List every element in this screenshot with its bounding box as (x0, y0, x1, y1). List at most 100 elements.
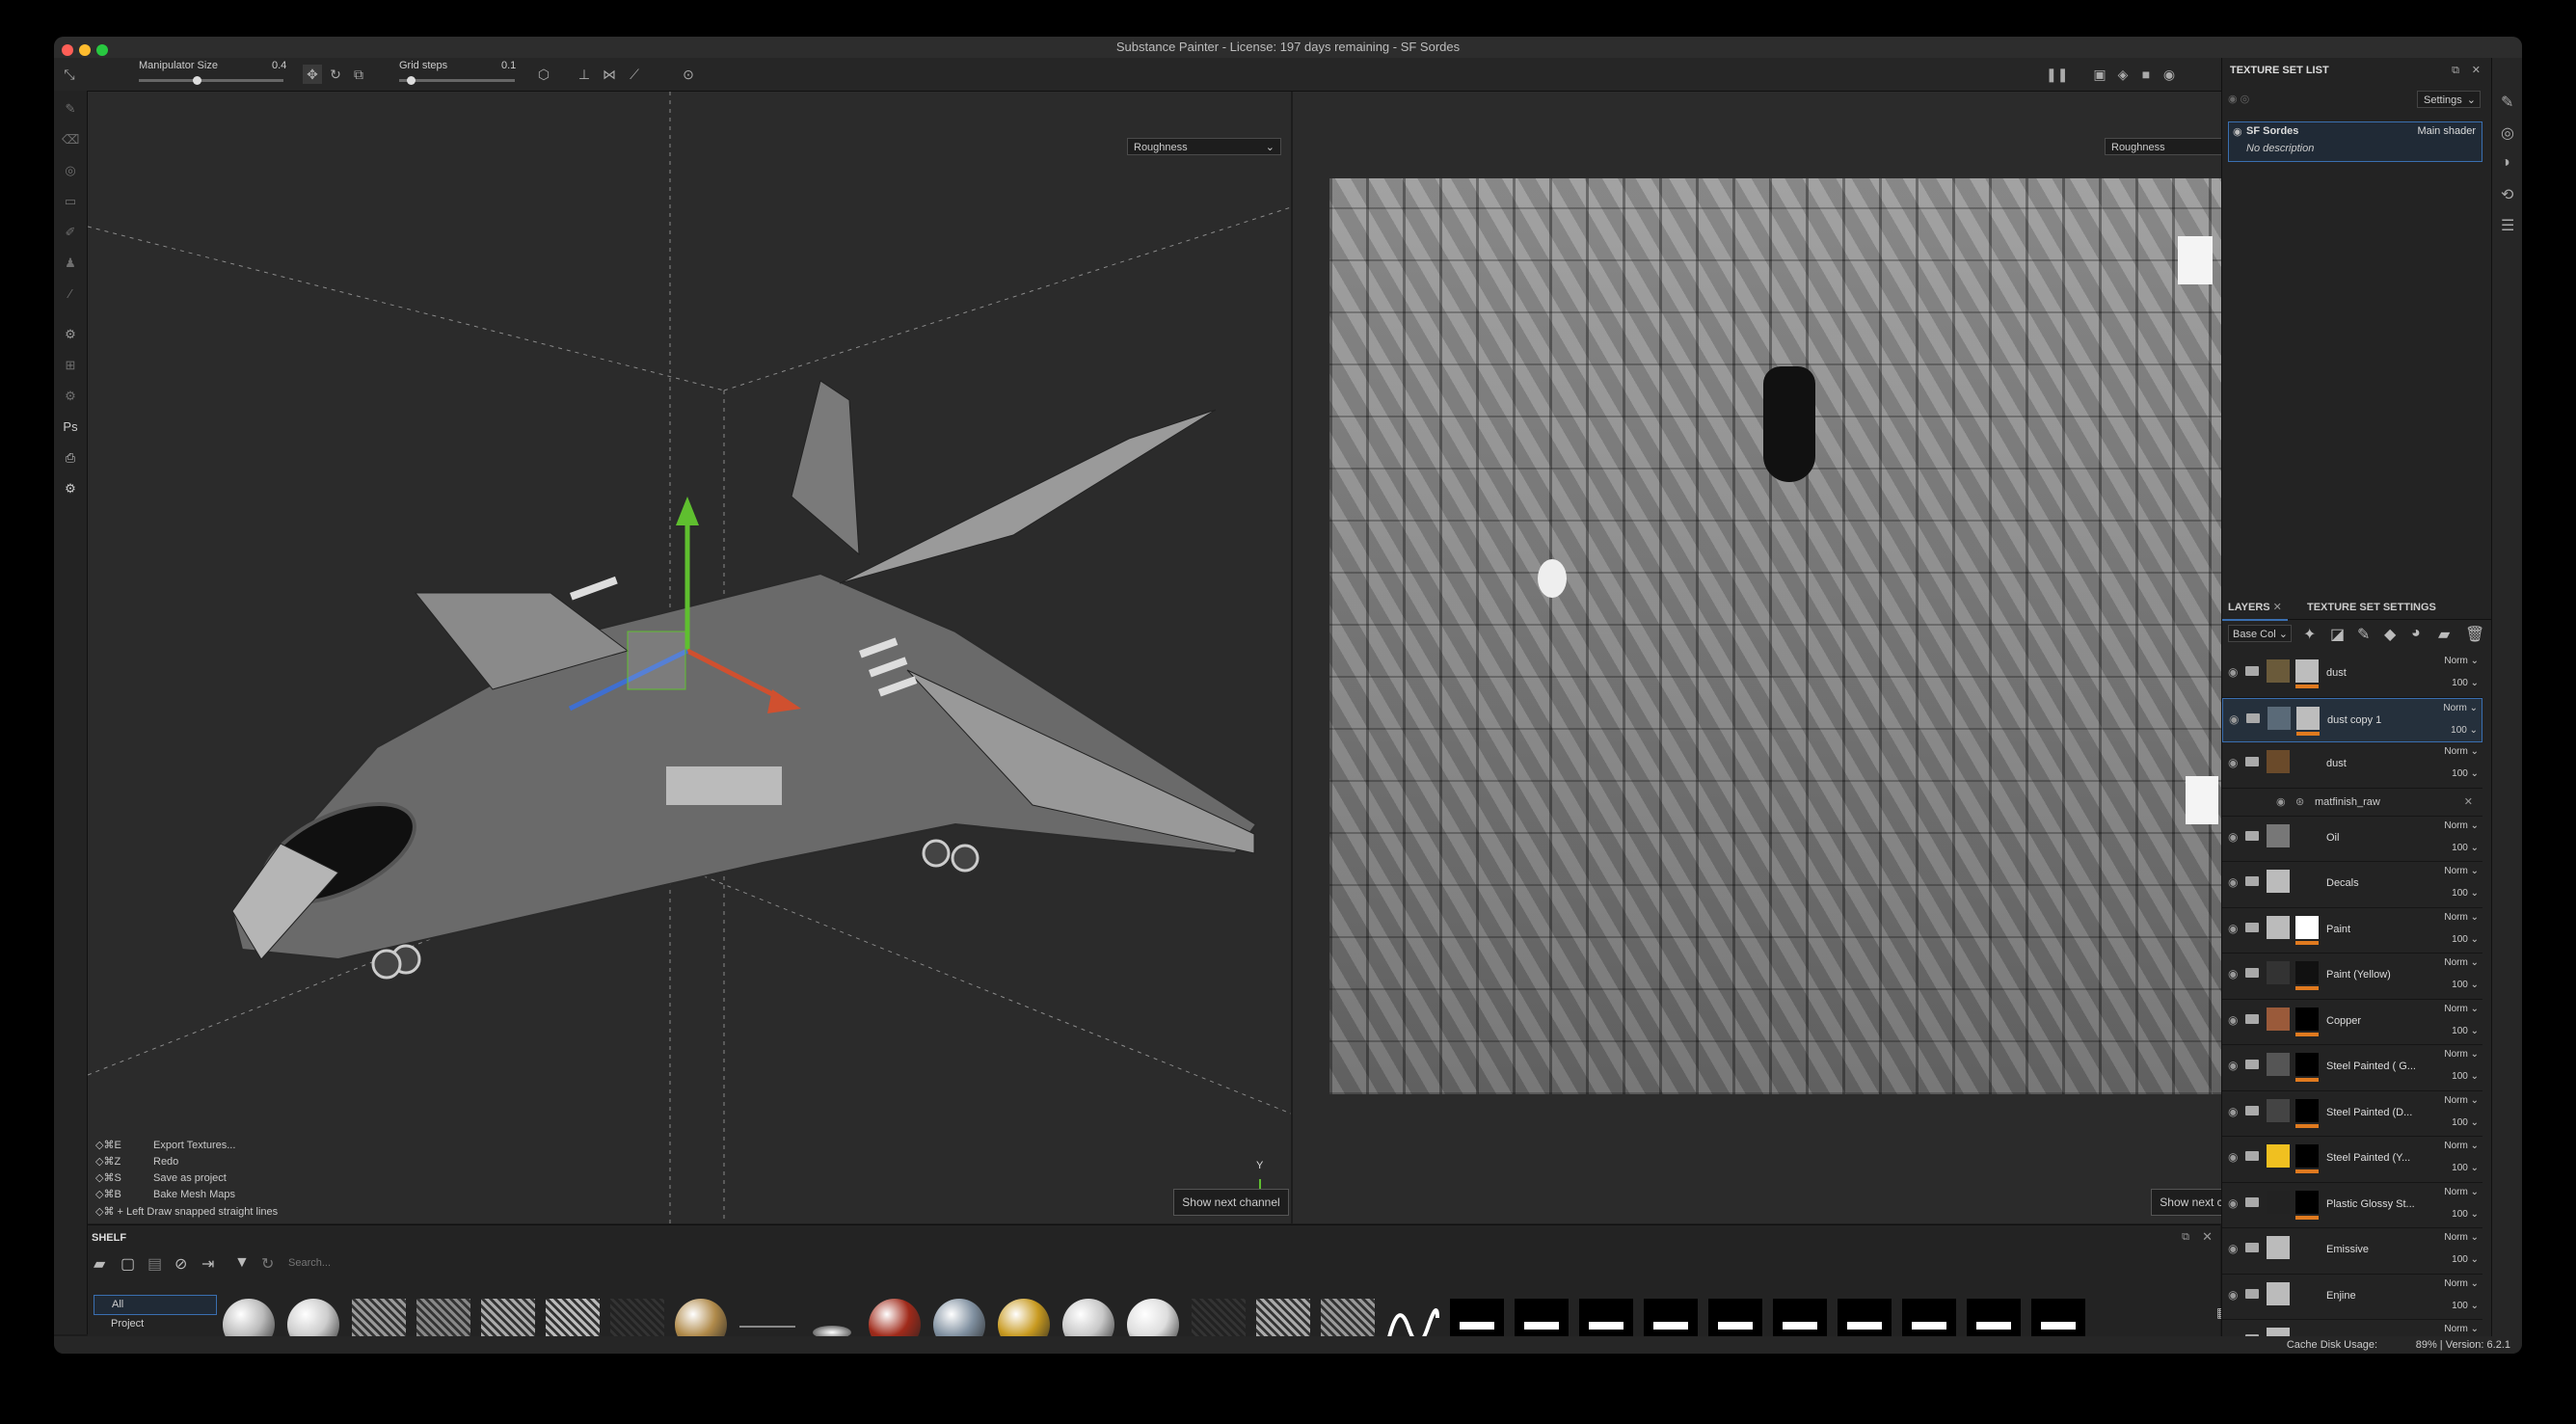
mirror-icon[interactable]: ⋈ (600, 65, 619, 84)
channel-select-3d[interactable]: Roughness ⌄ (1127, 138, 1281, 155)
mask-icon[interactable]: ◪ (2330, 625, 2345, 644)
eye-icon[interactable]: ◉ (2228, 922, 2241, 935)
polygon-fill-icon[interactable]: ▭ (62, 193, 79, 210)
layer-row[interactable]: ◉ Paint Norm ⌄ 100 ⌄ (2222, 908, 2482, 954)
move-icon[interactable]: ✥ (303, 65, 322, 84)
layer-row[interactable]: ◉ Steel Painted ( G... Norm ⌄ 100 ⌄ (2222, 1045, 2482, 1091)
blend-mode-dropdown[interactable]: Norm ⌄ (2444, 1232, 2479, 1243)
minimize-window-button[interactable] (79, 44, 91, 56)
eye-icon[interactable]: ◉ (2276, 795, 2286, 808)
display-icon[interactable]: ◈ (2113, 65, 2133, 84)
eye-icon[interactable]: ◉ (2228, 967, 2241, 981)
layer-row[interactable]: ◉ dust copy 1 Norm ⌄ 100 ⌄ (2222, 697, 2482, 742)
opacity-dropdown[interactable]: 100 ⌄ (2452, 1163, 2479, 1173)
manipulator-size-slider[interactable] (139, 76, 283, 85)
blend-mode-dropdown[interactable]: Norm ⌄ (2444, 1324, 2479, 1334)
tab-texture-set-settings[interactable]: TEXTURE SET SETTINGS (2301, 596, 2442, 619)
trash-icon[interactable]: 🗑 (2465, 625, 2484, 644)
folder-icon[interactable]: ▰ (94, 1254, 105, 1274)
eye-icon[interactable]: ◉ (2228, 875, 2241, 889)
opacity-dropdown[interactable]: 100 ⌄ (2452, 1117, 2479, 1128)
close-window-button[interactable] (62, 44, 73, 56)
eye-icon[interactable]: ◉ (2228, 1288, 2241, 1302)
layer-row[interactable]: ◉ Emissive Norm ⌄ 100 ⌄ (2222, 1228, 2482, 1275)
layer-row[interactable]: ◉ Copper Norm ⌄ 100 ⌄ (2222, 1000, 2482, 1045)
eye-icon[interactable]: ◉ (2233, 125, 2242, 138)
opacity-dropdown[interactable]: 100 ⌄ (2452, 843, 2479, 853)
display-settings-icon[interactable]: ◑ (2501, 154, 2510, 172)
filter-icon[interactable]: ▼ (234, 1254, 250, 1272)
eye-icon[interactable]: ◉ (2228, 1013, 2241, 1027)
undock-icon[interactable]: ⧉ (2182, 1231, 2189, 1244)
close-icon[interactable]: ✕ (2472, 58, 2481, 83)
blend-mode-dropdown[interactable]: Norm ⌄ (2444, 1187, 2479, 1197)
slider-handle[interactable] (193, 76, 201, 85)
gizmo-plane[interactable] (627, 631, 686, 690)
opacity-dropdown[interactable]: 100 ⌄ (2452, 1209, 2479, 1220)
brush-settings-icon[interactable]: ✎ (2501, 93, 2513, 112)
opacity-dropdown[interactable]: 100 ⌄ (2452, 1026, 2479, 1036)
blend-mode-dropdown[interactable]: Norm ⌄ (2444, 1141, 2479, 1151)
smart-material-icon[interactable]: ◕ (2411, 625, 2421, 642)
layer-row[interactable]: ◉ Steel Painted (Y... Norm ⌄ 100 ⌄ (2222, 1137, 2482, 1183)
import-icon[interactable]: ⇥ (201, 1254, 214, 1274)
folder-icon[interactable]: ▰ (2438, 625, 2450, 644)
blend-mode-dropdown[interactable]: Norm ⌄ (2443, 703, 2478, 713)
blend-mode-dropdown[interactable]: Norm ⌄ (2444, 656, 2479, 666)
plugin-icon[interactable]: ⚙ (62, 388, 79, 405)
eye-icon[interactable]: ◉ (2228, 1105, 2241, 1118)
view-mode-icon[interactable]: ▣ (2090, 65, 2109, 84)
brush-icon[interactable]: ✎ (62, 100, 79, 118)
gizmo-y-arrow[interactable] (676, 497, 699, 525)
shelf-search-input[interactable] (286, 1252, 1543, 1274)
smudge-icon[interactable]: ✐ (62, 224, 79, 241)
close-icon[interactable]: ✕ (2464, 795, 2473, 808)
eraser-icon[interactable]: ⌫ (62, 131, 79, 148)
layer-row[interactable]: ◉ Decals Norm ⌄ 100 ⌄ (2222, 862, 2482, 908)
slider-handle[interactable] (407, 76, 416, 85)
eye-icon[interactable]: ◉ (2228, 756, 2241, 769)
opacity-dropdown[interactable]: 100 ⌄ (2452, 678, 2479, 688)
opacity-dropdown[interactable]: 100 ⌄ (2452, 934, 2479, 945)
channel-dropdown[interactable]: Base Col ⌄ (2228, 625, 2292, 642)
layer-row[interactable]: ◉ dust Norm ⌄ 100 ⌄ (2222, 742, 2482, 789)
blend-mode-dropdown[interactable]: Norm ⌄ (2444, 1004, 2479, 1014)
blend-mode-dropdown[interactable]: Norm ⌄ (2444, 746, 2479, 757)
blend-mode-dropdown[interactable]: Norm ⌄ (2444, 957, 2479, 968)
camera-icon[interactable]: ■ (2136, 65, 2156, 84)
transform-icon[interactable]: ⤡ (60, 65, 79, 84)
opacity-dropdown[interactable]: 100 ⌄ (2452, 1071, 2479, 1082)
history-icon[interactable]: ⊙ (679, 65, 698, 84)
fill-layer-icon[interactable]: ◆ (2384, 625, 2396, 644)
show-next-channel-button[interactable]: Show next channel (1173, 1189, 1289, 1216)
eye-icon[interactable]: ◉ (2228, 1059, 2241, 1072)
bake-icon[interactable]: ⊞ (62, 357, 79, 374)
viewport-2d[interactable]: Roughness⌄ V Show next channel (1293, 92, 2268, 1223)
layer-row[interactable]: ◉ Oil Norm ⌄ 100 ⌄ (2222, 817, 2482, 862)
opacity-dropdown[interactable]: 100 ⌄ (2452, 1301, 2479, 1311)
blend-mode-dropdown[interactable]: Norm ⌄ (2444, 1095, 2479, 1106)
eye-icon[interactable]: ◉ (2228, 665, 2241, 679)
export-icon[interactable]: ⎙ (62, 449, 79, 467)
screenshot-icon[interactable]: ◉ (2160, 65, 2179, 84)
picker-icon[interactable]: ⁄ (62, 285, 79, 303)
cube-icon[interactable]: ⬡ (534, 65, 553, 84)
layer-row[interactable]: ◉ Enjine Norm ⌄ 100 ⌄ (2222, 1275, 2482, 1320)
blend-mode-dropdown[interactable]: Norm ⌄ (2444, 820, 2479, 831)
visibility-icons[interactable]: ◉ ◎ (2228, 93, 2249, 105)
camera-settings-icon[interactable]: ◎ (2501, 123, 2514, 143)
settings-dropdown[interactable]: Settings ⌄ (2417, 91, 2481, 108)
uv-texture-map[interactable] (1329, 178, 2245, 1094)
layer-row[interactable]: ◉ dust Norm ⌄ 100 ⌄ (2222, 652, 2482, 698)
close-icon[interactable]: ✕ (2273, 602, 2282, 613)
close-icon[interactable]: ✕ (2202, 1229, 2213, 1245)
opacity-dropdown[interactable]: 100 ⌄ (2452, 1254, 2479, 1265)
undock-icon[interactable]: ⧉ (2452, 58, 2459, 83)
blend-mode-dropdown[interactable]: Norm ⌄ (2444, 1049, 2479, 1060)
symmetry-icon[interactable]: ⟋ (625, 65, 644, 84)
snap-icon[interactable]: ⊥ (575, 65, 594, 84)
effect-row[interactable]: ◉ ⊛ matfinish_raw ✕ (2222, 789, 2482, 817)
blend-mode-dropdown[interactable]: Norm ⌄ (2444, 912, 2479, 923)
settings-icon[interactable]: ⚙ (62, 326, 79, 343)
layer-row[interactable]: ◉ Steel Painted (D... Norm ⌄ 100 ⌄ (2222, 1091, 2482, 1137)
